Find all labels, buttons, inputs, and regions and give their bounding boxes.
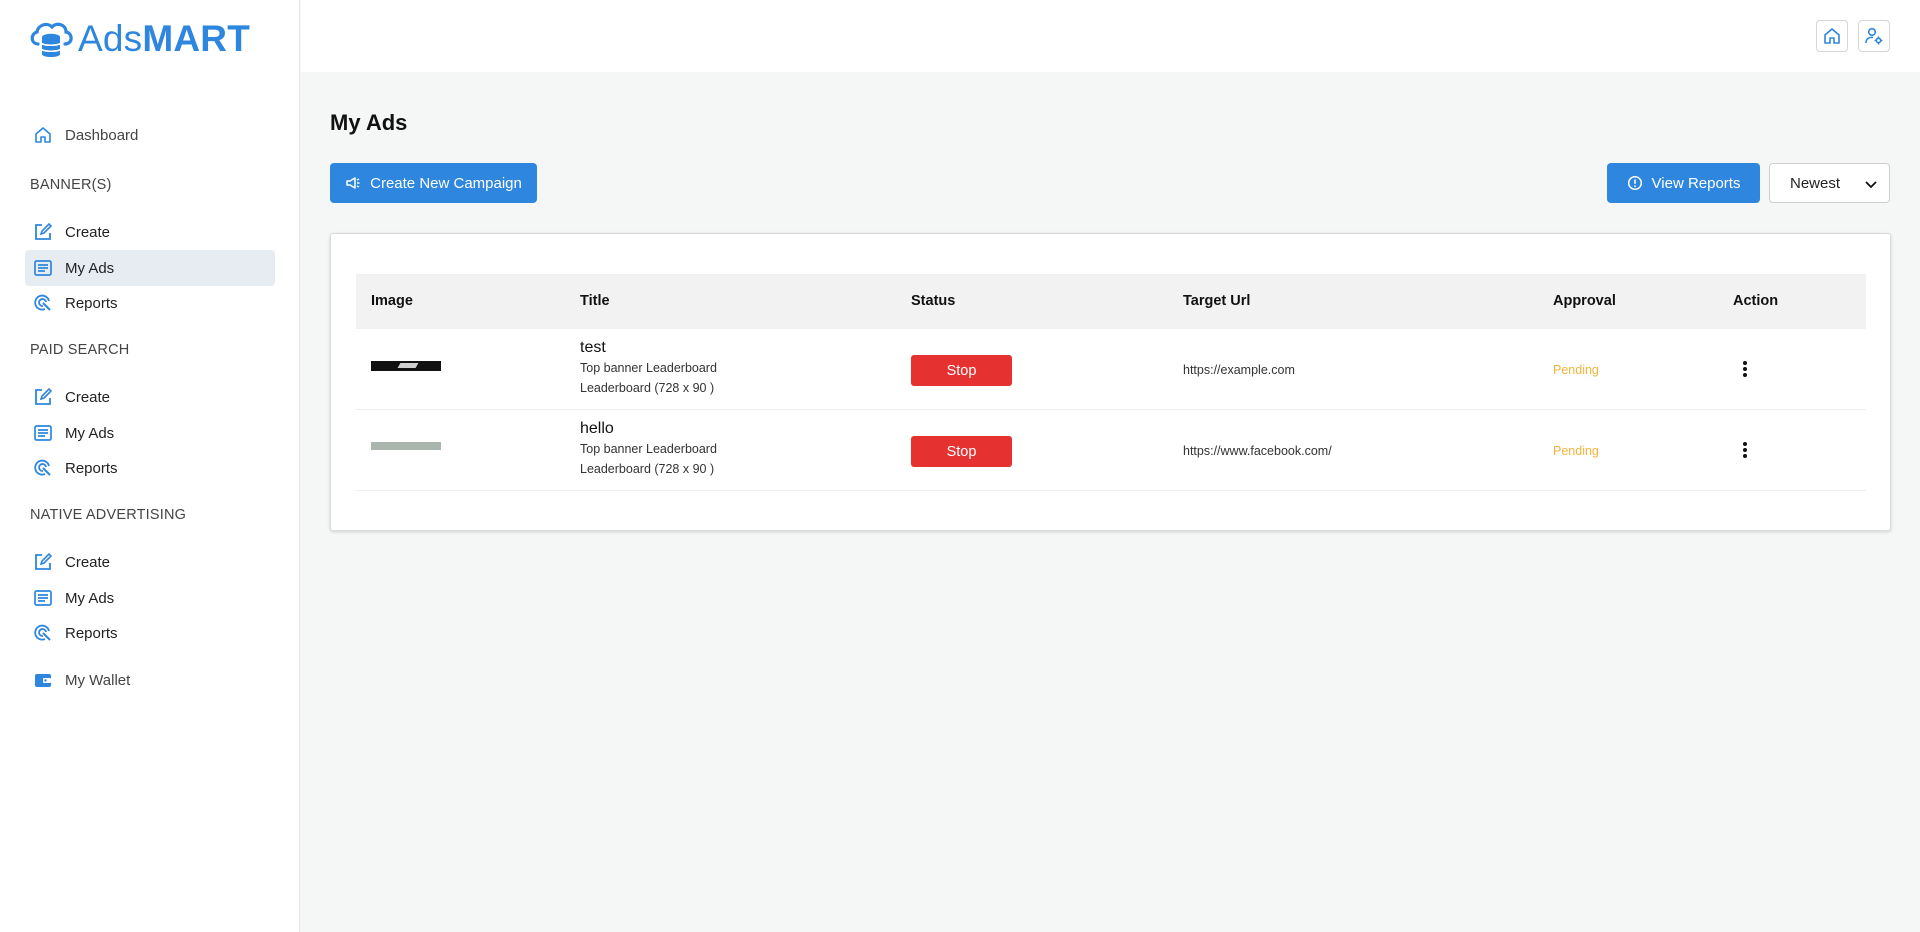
sidebar-item-label: Create <box>65 223 111 241</box>
table-row: hello Top banner Leaderboard Leaderboard… <box>356 410 1866 491</box>
ad-thumbnail-image <box>371 442 441 450</box>
section-title-banners: BANNER(S) <box>30 177 112 193</box>
wallet-icon <box>35 674 51 687</box>
list-icon <box>34 590 52 606</box>
target-url: https://www.facebook.com/ <box>1183 444 1332 458</box>
view-reports-label: View Reports <box>1651 174 1741 192</box>
target-url: https://example.com <box>1183 363 1295 377</box>
page-title: My Ads <box>330 110 408 135</box>
megaphone-icon <box>346 177 360 189</box>
target-report-icon <box>34 624 51 641</box>
section-title-paid-search: PAID SEARCH <box>30 342 130 358</box>
ad-thumbnail-image <box>371 361 441 371</box>
account-settings-button[interactable] <box>1858 20 1890 52</box>
sidebar-item-label: Reports <box>65 294 118 312</box>
ad-size: Leaderboard (728 x 90 ) <box>580 462 715 476</box>
column-header-action: Action <box>1733 293 1779 309</box>
sidebar-item-paid-reports[interactable]: Reports <box>25 450 275 486</box>
view-reports-button[interactable]: View Reports <box>1607 163 1760 203</box>
sidebar: AdsMART Dashboard BANNER(S) Create My Ad… <box>0 0 300 932</box>
approval-status: Pending <box>1553 444 1599 458</box>
user-settings-icon <box>1865 27 1883 45</box>
more-actions-icon[interactable] <box>1739 358 1751 380</box>
approval-status: Pending <box>1553 363 1599 377</box>
sidebar-item-banner-reports[interactable]: Reports <box>25 285 275 321</box>
edit-icon <box>35 387 53 405</box>
list-icon <box>34 425 52 441</box>
sidebar-item-label: My Ads <box>65 589 115 607</box>
home-icon <box>1824 28 1840 44</box>
ad-title-cell: hello Top banner Leaderboard Leaderboard… <box>580 420 717 479</box>
column-header-approval: Approval <box>1553 293 1616 309</box>
column-header-title: Title <box>580 293 610 309</box>
home-button[interactable] <box>1816 20 1848 52</box>
edit-icon <box>35 222 53 240</box>
home-icon <box>35 127 51 143</box>
cloud-database-logo-icon <box>30 22 73 57</box>
sidebar-item-label: Create <box>65 388 111 406</box>
more-actions-icon[interactable] <box>1739 439 1751 461</box>
sidebar-item-paid-my-ads[interactable]: My Ads <box>25 415 275 451</box>
column-header-target-url: Target Url <box>1183 293 1251 309</box>
sidebar-item-native-reports[interactable]: Reports <box>25 615 275 651</box>
target-report-icon <box>34 459 51 476</box>
top-header <box>301 0 1920 72</box>
create-new-campaign-label: Create New Campaign <box>370 174 522 192</box>
edit-icon <box>35 552 53 570</box>
sidebar-item-label: Reports <box>65 459 118 477</box>
ad-title-cell: test Top banner Leaderboard Leaderboard … <box>580 339 717 398</box>
stop-button[interactable]: Stop <box>911 355 1012 386</box>
chevron-down-icon <box>1865 181 1877 189</box>
sidebar-item-label: My Wallet <box>65 671 131 689</box>
sort-select-value: Newest <box>1790 174 1841 192</box>
alert-circle-icon <box>1627 175 1642 191</box>
sidebar-item-label: Create <box>65 553 111 571</box>
sidebar-item-label: My Ads <box>65 424 115 442</box>
column-header-status: Status <box>911 293 956 309</box>
column-header-image: Image <box>371 293 413 309</box>
ad-placement: Top banner Leaderboard <box>580 442 717 456</box>
sidebar-item-native-my-ads[interactable]: My Ads <box>25 580 275 616</box>
sidebar-item-dashboard[interactable]: Dashboard <box>25 117 275 153</box>
ad-title: hello <box>580 420 614 437</box>
ad-title: test <box>580 339 606 356</box>
sidebar-item-native-create[interactable]: Create <box>25 544 275 580</box>
sidebar-item-label: Dashboard <box>65 126 139 144</box>
list-icon <box>34 260 52 276</box>
section-title-native-advertising: NATIVE ADVERTISING <box>30 507 187 523</box>
logo-text: AdsMART <box>78 18 251 59</box>
target-report-icon <box>34 294 51 311</box>
sidebar-item-label: Reports <box>65 624 118 642</box>
sidebar-item-label: My Ads <box>65 259 115 277</box>
stop-button[interactable]: Stop <box>911 436 1012 467</box>
ad-size: Leaderboard (728 x 90 ) <box>580 381 715 395</box>
table-header: Image Title Status Target Url Approval A… <box>356 274 1866 329</box>
sidebar-item-my-wallet[interactable]: My Wallet <box>25 662 275 698</box>
ads-table-card: Image Title Status Target Url Approval A… <box>330 233 1891 531</box>
table-row: test Top banner Leaderboard Leaderboard … <box>356 329 1866 410</box>
sidebar-item-paid-create[interactable]: Create <box>25 379 275 415</box>
logo[interactable]: AdsMART <box>28 18 250 60</box>
ad-placement: Top banner Leaderboard <box>580 361 717 375</box>
sort-select[interactable]: Newest <box>1769 163 1890 203</box>
create-new-campaign-button[interactable]: Create New Campaign <box>330 163 537 203</box>
sidebar-item-banner-my-ads[interactable]: My Ads <box>25 250 275 286</box>
sidebar-item-banner-create[interactable]: Create <box>25 214 275 250</box>
